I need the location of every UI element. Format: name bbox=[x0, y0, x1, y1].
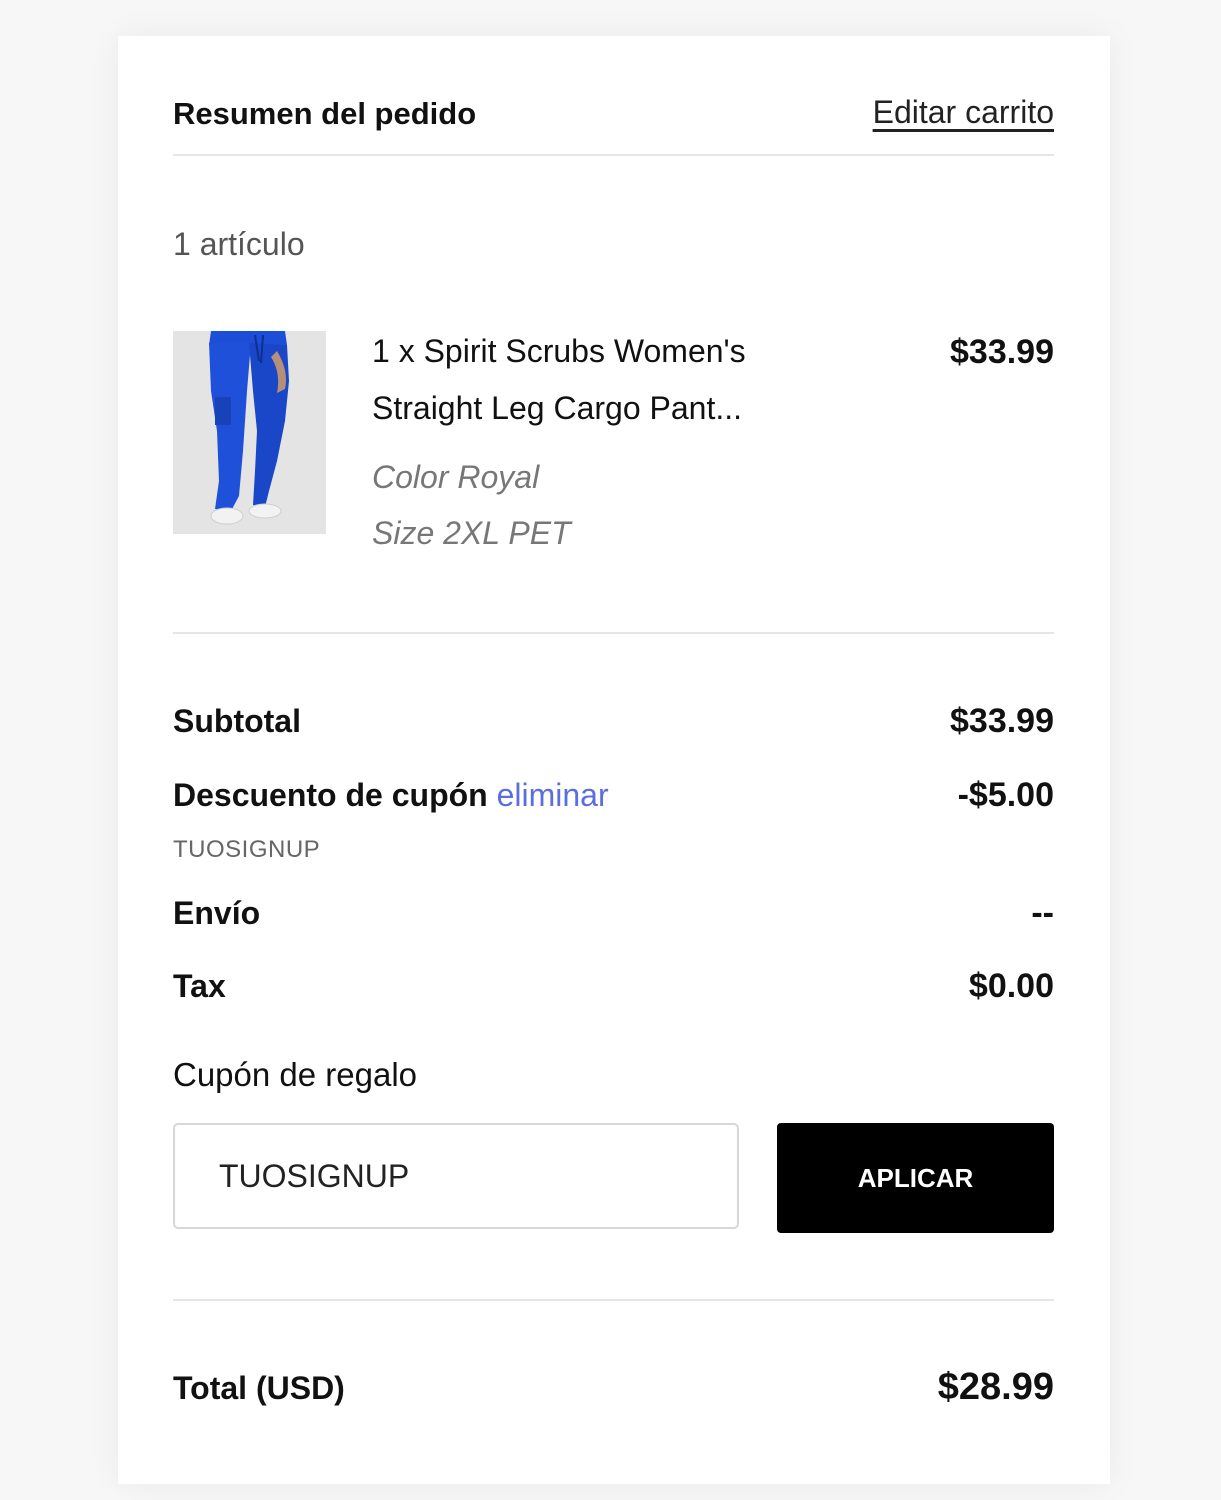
shipping-row: Envío -- bbox=[173, 894, 1054, 933]
order-summary-header: Resumen del pedido Editar carrito bbox=[173, 96, 1054, 156]
gift-coupon-input[interactable] bbox=[173, 1123, 739, 1229]
subtotal-row: Subtotal $33.99 bbox=[173, 702, 1054, 741]
subtotal-value: $33.99 bbox=[950, 702, 1054, 740]
product-color: Color Royal bbox=[372, 459, 540, 495]
order-total-row: Total (USD) $28.99 bbox=[173, 1366, 1054, 1409]
product-variants: Color Royal Size 2XL PET bbox=[372, 449, 812, 561]
order-total-label: Total (USD) bbox=[173, 1370, 345, 1406]
subtotal-label: Subtotal bbox=[173, 703, 301, 739]
gift-coupon-label: Cupón de regalo bbox=[173, 1056, 418, 1093]
blue-scrub-pants-image bbox=[173, 331, 326, 534]
shipping-value: -- bbox=[1031, 894, 1054, 932]
product-info: 1 x Spirit Scrubs Women's Straight Leg C… bbox=[372, 331, 812, 561]
cart-line-item: 1 x Spirit Scrubs Women's Straight Leg C… bbox=[173, 331, 1054, 631]
tax-value: $0.00 bbox=[968, 967, 1054, 1005]
divider bbox=[173, 1299, 1054, 1301]
tax-label: Tax bbox=[173, 968, 226, 1004]
apply-coupon-button[interactable]: APLICAR bbox=[777, 1123, 1054, 1233]
order-summary-title: Resumen del pedido bbox=[173, 96, 477, 131]
order-total-value: $28.99 bbox=[937, 1366, 1054, 1408]
product-price: $33.99 bbox=[950, 333, 1054, 371]
discount-value: -$5.00 bbox=[957, 776, 1054, 814]
discount-row: Descuento de cupón eliminar -$5.00 bbox=[173, 776, 1054, 815]
remove-coupon-link[interactable]: eliminar bbox=[497, 777, 609, 813]
discount-label: Descuento de cupón bbox=[173, 777, 488, 813]
item-count: 1 artículo bbox=[173, 226, 305, 262]
order-summary-card: Resumen del pedido Editar carrito 1 artí… bbox=[118, 36, 1110, 1484]
shipping-label: Envío bbox=[173, 895, 261, 931]
divider bbox=[173, 632, 1054, 634]
product-size: Size 2XL PET bbox=[372, 515, 571, 551]
product-name: 1 x Spirit Scrubs Women's Straight Leg C… bbox=[372, 333, 746, 426]
tax-row: Tax $0.00 bbox=[173, 967, 1054, 1006]
product-image bbox=[173, 331, 326, 534]
applied-coupon-code: TUOSIGNUP bbox=[173, 836, 321, 863]
edit-cart-link[interactable]: Editar carrito bbox=[873, 96, 1054, 128]
discount-label-group: Descuento de cupón eliminar bbox=[173, 777, 609, 814]
